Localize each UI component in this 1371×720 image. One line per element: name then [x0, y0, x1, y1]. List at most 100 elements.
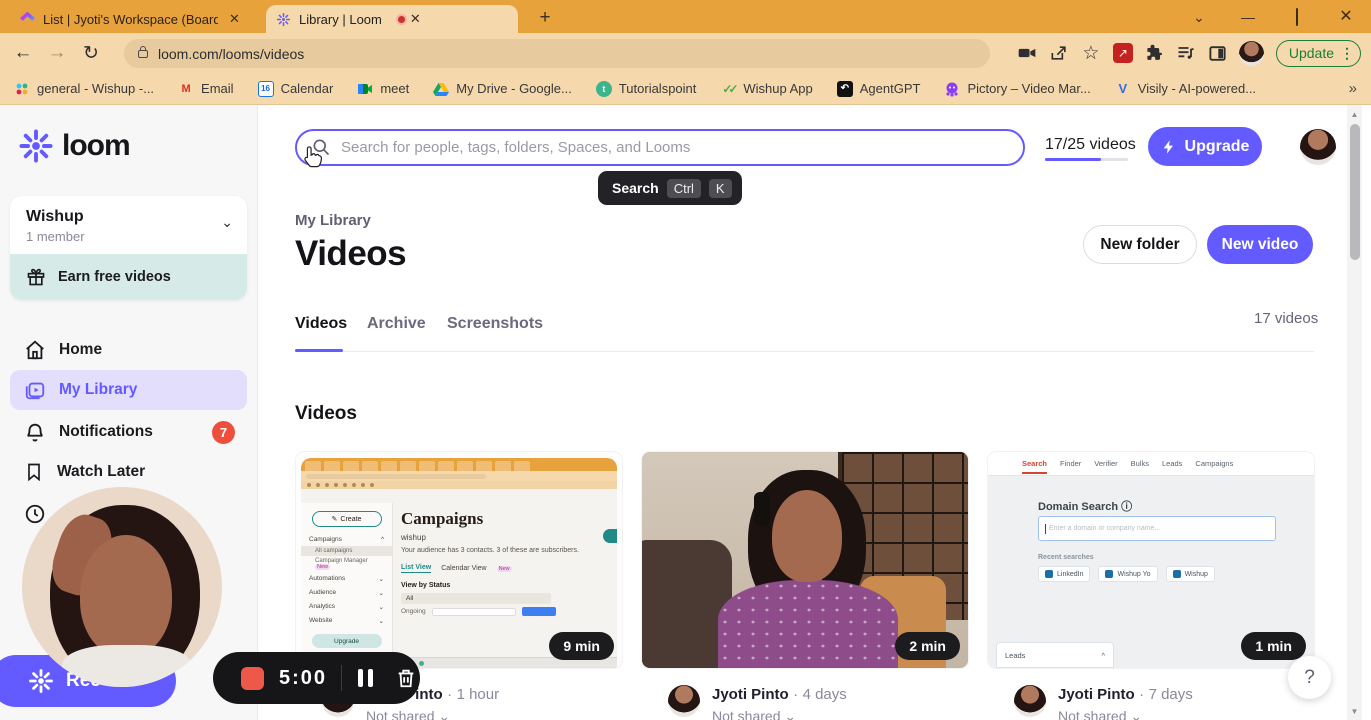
stop-recording-button[interactable]: [241, 666, 264, 690]
video-quota-label[interactable]: 17/25 videos: [1045, 136, 1136, 154]
workspace-members: 1 member: [26, 229, 85, 244]
scroll-down-icon[interactable]: ▼: [1347, 707, 1362, 716]
gcal-icon: 16: [257, 80, 274, 97]
k-key: K: [708, 178, 732, 198]
window-close-button[interactable]: ✕: [1337, 8, 1355, 26]
sidebar-item-notifications[interactable]: Notifications 7: [10, 412, 247, 452]
earn-free-videos-label: Earn free videos: [58, 269, 171, 285]
new-video-button[interactable]: New video: [1207, 225, 1313, 264]
share-icon[interactable]: [1049, 43, 1069, 63]
video-quota-progress: [1045, 158, 1128, 161]
duration-badge: 9 min: [549, 632, 614, 660]
share-status[interactable]: Not shared ⌄: [1058, 708, 1193, 720]
bookmark-pictory[interactable]: Pictory – Video Mar...: [944, 81, 1091, 97]
address-bar[interactable]: loom.com/looms/videos: [124, 39, 990, 68]
bookmark-wishup[interactable]: ✓✓ Wishup App: [720, 81, 812, 97]
loom-extension-icon[interactable]: ↗: [1112, 43, 1133, 63]
loom-logo[interactable]: loom: [18, 128, 131, 164]
browser-tab-loom[interactable]: Library | Loom ✕: [266, 5, 518, 33]
bookmark-drive[interactable]: My Drive - Google...: [433, 81, 572, 97]
gmail-icon: M: [181, 82, 191, 95]
thumb-heading: Domain Search ⓘ: [1038, 501, 1133, 513]
sidebar-item-home[interactable]: Home: [10, 330, 247, 370]
reload-icon[interactable]: ↻: [74, 42, 108, 65]
tab-title: List | Jyoti's Workspace (Board): [43, 11, 218, 27]
share-status[interactable]: Not shared ⌄: [366, 708, 499, 720]
webcam-preview-bubble[interactable]: [22, 487, 222, 687]
tab-archive[interactable]: Archive: [367, 315, 426, 333]
video-thumbnail[interactable]: Search Finder Verifier Bulks Leads Campa…: [988, 452, 1314, 668]
tab-screenshots[interactable]: Screenshots: [447, 315, 543, 333]
videos-section-title: Videos: [295, 403, 357, 424]
tab-close-icon[interactable]: ✕: [226, 11, 243, 27]
duration-badge: 2 min: [895, 632, 960, 660]
hand-cursor-icon: [304, 146, 323, 168]
help-button[interactable]: ?: [1288, 656, 1331, 699]
url-text: loom.com/looms/videos: [158, 45, 305, 62]
bookmarks-overflow-icon[interactable]: »: [1349, 80, 1357, 97]
bookmark-tutorialspoint[interactable]: t Tutorialspoint: [595, 80, 696, 97]
update-button[interactable]: Update ⋮: [1275, 39, 1361, 67]
bookmark-visily[interactable]: V Visily - AI-powered...: [1115, 81, 1256, 97]
sidebar-item-label: Notifications: [59, 423, 153, 440]
owner-avatar: [668, 685, 700, 717]
bookmark-agentgpt[interactable]: ↶ AgentGPT: [836, 80, 920, 97]
bookmark-calendar[interactable]: 16 Calendar: [257, 80, 333, 97]
sidebar-item-watch-later[interactable]: Watch Later: [10, 452, 247, 492]
pause-recording-button[interactable]: [358, 669, 374, 687]
reading-list-icon[interactable]: [1176, 43, 1196, 63]
update-label: Update: [1288, 45, 1334, 61]
user-avatar[interactable]: [1300, 129, 1336, 165]
lock-icon: [138, 45, 148, 58]
earn-free-videos-button[interactable]: Earn free videos: [10, 254, 247, 300]
loom-favicon: [276, 12, 291, 26]
upgrade-button[interactable]: Upgrade: [1148, 127, 1262, 166]
pictory-icon: [946, 82, 959, 97]
video-thumbnail[interactable]: 2 min: [642, 452, 968, 668]
new-folder-button[interactable]: New folder: [1083, 225, 1197, 264]
breadcrumb[interactable]: My Library: [295, 212, 371, 229]
workspace-switcher[interactable]: Wishup 1 member ⌄: [10, 196, 247, 254]
owner-avatar: [1014, 685, 1046, 717]
browser-profile-avatar[interactable]: [1238, 40, 1264, 66]
bookmark-meet[interactable]: meet: [357, 81, 409, 97]
browser-menu-icon[interactable]: ⋮: [1340, 45, 1354, 62]
bookmark-star-icon[interactable]: ☆: [1081, 43, 1101, 64]
back-icon[interactable]: ←: [6, 42, 40, 64]
share-status[interactable]: Not shared ⌄: [712, 708, 847, 720]
delete-recording-button[interactable]: [395, 667, 417, 689]
window-minimize-button[interactable]: —: [1239, 8, 1257, 26]
bookmark-slack[interactable]: general - Wishup -...: [14, 81, 154, 97]
bookmark-email[interactable]: M Email: [178, 81, 233, 97]
tab-search-icon[interactable]: ⌄: [1190, 8, 1208, 26]
browser-tab-clickup[interactable]: List | Jyoti's Workspace (Board) ✕: [10, 5, 262, 33]
search-input[interactable]: [295, 129, 1025, 166]
window-restore-button[interactable]: [1288, 8, 1306, 26]
agentgpt-icon: ↶: [836, 80, 853, 97]
video-age: 7 days: [1148, 686, 1193, 703]
sidebar-item-label: Watch Later: [57, 463, 146, 480]
new-tab-button[interactable]: +: [534, 8, 556, 30]
page-scrollbar[interactable]: ▲ ▼: [1347, 105, 1362, 720]
clock-icon: [25, 504, 45, 524]
library-icon: [25, 382, 45, 400]
visily-icon: V: [1118, 81, 1128, 96]
video-thumbnail[interactable]: ✎ Create Campaigns ^ All campaigns Campai…: [296, 452, 622, 668]
extensions-puzzle-icon[interactable]: [1145, 44, 1164, 63]
tab-media-icon[interactable]: [1017, 43, 1037, 63]
video-count: 17 videos: [1254, 310, 1319, 327]
sidebar-item-my-library[interactable]: My Library: [10, 370, 247, 410]
scrollbar-thumb[interactable]: [1349, 124, 1360, 260]
tab-videos[interactable]: Videos: [295, 315, 347, 333]
forward-icon[interactable]: →: [40, 42, 74, 64]
tab-close-icon[interactable]: ✕: [407, 11, 424, 27]
home-icon: [26, 340, 44, 360]
owner-name[interactable]: Jyoti Pinto: [712, 686, 789, 703]
side-panel-icon[interactable]: [1208, 44, 1227, 63]
bookmarks-bar: general - Wishup -... M Email 16 Calendar …: [0, 73, 1371, 105]
duration-badge: 1 min: [1241, 632, 1306, 660]
video-age: 4 days: [802, 686, 847, 703]
scroll-up-icon[interactable]: ▲: [1347, 110, 1362, 119]
owner-name[interactable]: Jyoti Pinto: [1058, 686, 1135, 703]
search-shortcut-tooltip: Search Ctrl K: [598, 171, 742, 205]
